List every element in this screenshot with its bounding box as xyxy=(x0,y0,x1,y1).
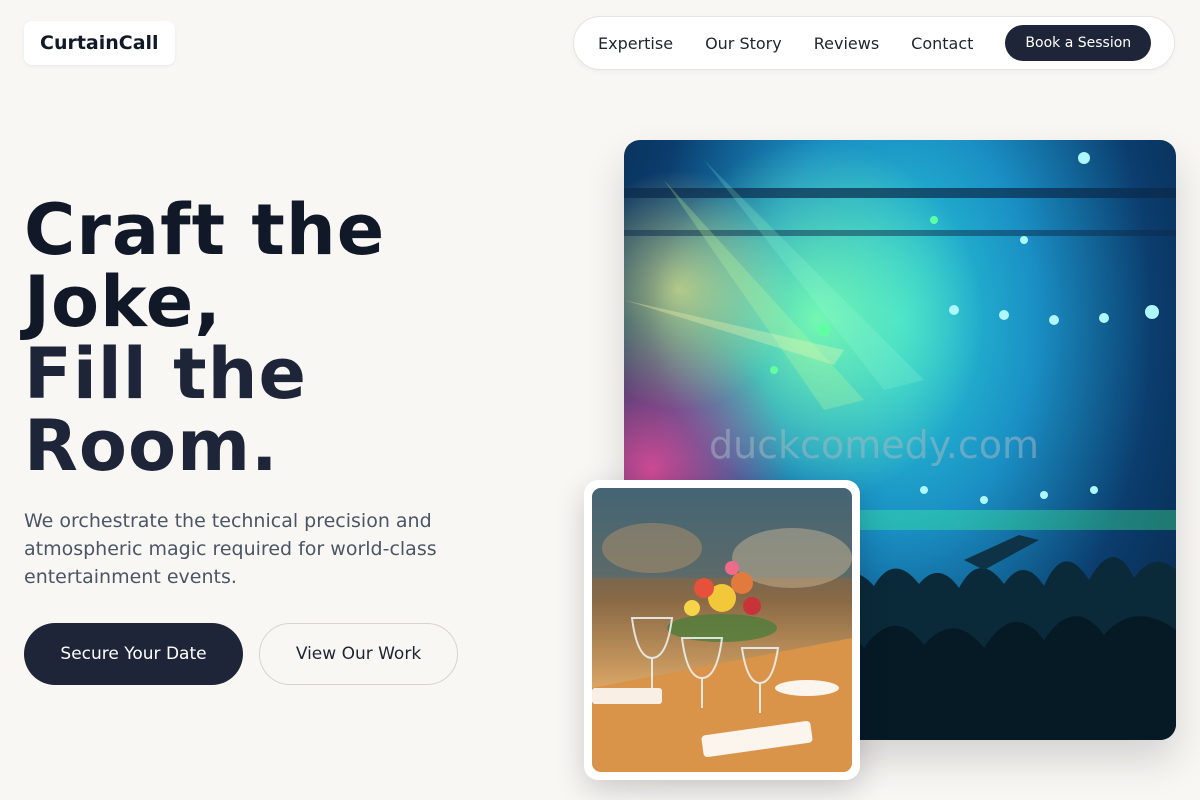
nav-link-expertise[interactable]: Expertise xyxy=(598,34,673,53)
book-session-button[interactable]: Book a Session xyxy=(1005,25,1152,61)
brand-logo[interactable]: CurtainCall xyxy=(24,21,175,65)
hero-subtext: We orchestrate the technical precision a… xyxy=(24,510,437,588)
view-work-button[interactable]: View Our Work xyxy=(259,623,458,685)
main-nav: Expertise Our Story Reviews Contact Book… xyxy=(573,16,1175,70)
nav-link-reviews[interactable]: Reviews xyxy=(814,34,879,53)
watermark-text: duckcomedy.com xyxy=(709,423,1039,467)
headline-line-3: Fill the xyxy=(24,333,307,415)
nav-link-contact[interactable]: Contact xyxy=(911,34,973,53)
nav-link-our-story[interactable]: Our Story xyxy=(705,34,782,53)
secure-date-button[interactable]: Secure Your Date xyxy=(24,623,243,685)
banquet-table-photo-icon xyxy=(592,488,852,772)
banquet-table-image xyxy=(584,480,860,780)
hero-headline: Craft the Joke, Fill the Room. xyxy=(24,194,385,482)
headline-line-2: Joke, xyxy=(24,261,222,343)
headline-line-4: Room. xyxy=(24,405,279,487)
headline-line-1: Craft the xyxy=(24,189,386,271)
brand-name: CurtainCall xyxy=(40,32,159,54)
